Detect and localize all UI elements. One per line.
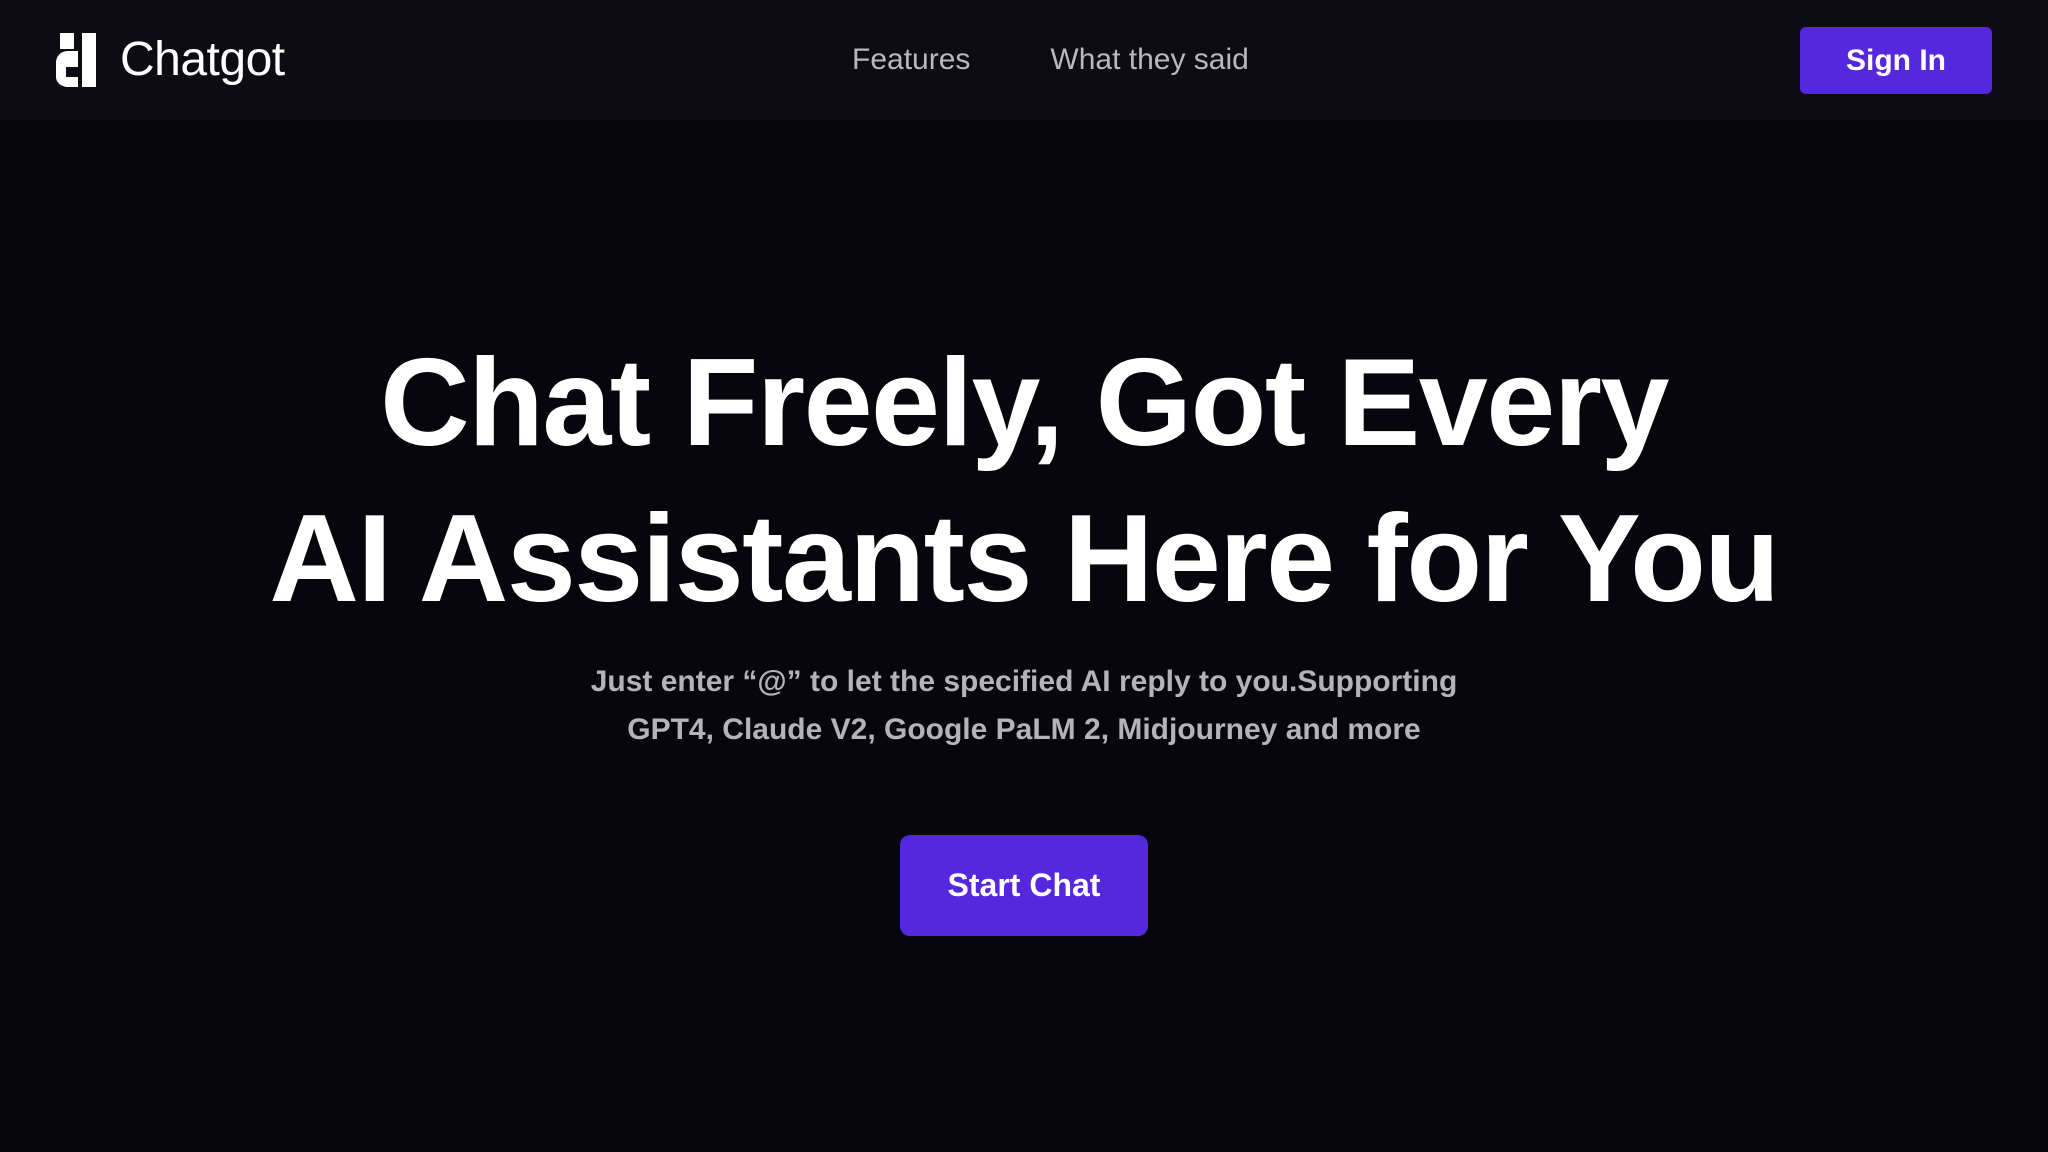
hero-subtitle-line-1: Just enter “@” to let the specified AI r… <box>590 665 1458 698</box>
site-header: Chatgot Features What they said Sign In <box>0 0 2048 120</box>
hero-title-line-2-end: Here for You <box>1063 490 1780 628</box>
hero-subtitle-line-2: GPT4, Claude V2, Google PaLM 2, Midjourn… <box>627 713 1421 746</box>
landing-page: Chatgot Features What they said Sign In … <box>0 0 2048 1152</box>
hero-title-line-2: AI Assistants Here for You <box>0 481 2048 637</box>
nav-link-features[interactable]: Features <box>852 38 970 82</box>
nav-link-what-they-said[interactable]: What they said <box>1050 38 1248 82</box>
hero-title: Chat Freely, Got Every AI Assistants Her… <box>0 325 2048 637</box>
hero-title-line-2-start: AI Assistants <box>269 490 1064 628</box>
sign-in-button[interactable]: Sign In <box>1800 27 1992 94</box>
hero-title-line-1: Chat Freely, Got Every <box>380 334 1669 472</box>
start-chat-button[interactable]: Start Chat <box>900 835 1148 936</box>
brand-logo-link[interactable]: Chatgot <box>56 32 285 88</box>
chatgot-logo-icon <box>56 33 96 87</box>
hero-subtitle: Just enter “@” to let the specified AI r… <box>0 658 2048 754</box>
brand-name: Chatgot <box>120 33 285 86</box>
main-nav: Features What they said <box>852 38 1249 82</box>
